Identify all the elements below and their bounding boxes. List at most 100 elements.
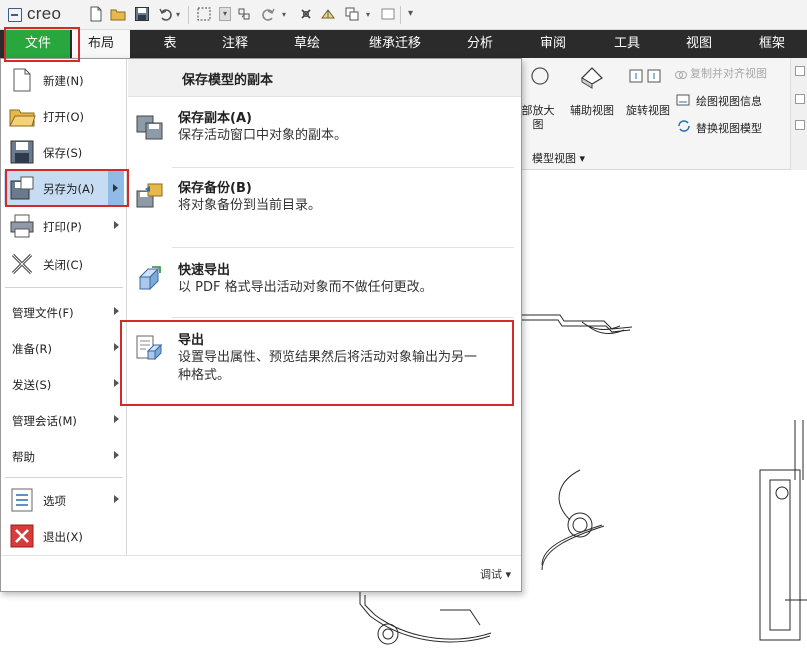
submenu-item-title: 保存副本(A) [178, 111, 252, 126]
menu-item-save-as[interactable]: 另存为(A) [4, 171, 124, 205]
menu-item-exit[interactable]: 退出(X) [4, 519, 124, 553]
menu-item-prepare[interactable]: 准备(R) [4, 331, 124, 365]
redo-dropdown-icon[interactable]: ▾ [282, 10, 286, 19]
drawing-view-info-icon [676, 92, 690, 106]
creo-window: creo ▾ ▾ ▾ ▾ ▾ 文件 布局 表 注释 草绘 继承迁移 分析 审阅 … [0, 0, 807, 649]
debug-button[interactable]: 调试 ▾ [480, 566, 511, 582]
save-icon [8, 138, 36, 166]
submenu-item-title: 保存备份(B) [178, 181, 252, 196]
menu-item-help[interactable]: 帮助 [4, 439, 124, 473]
ribbon-overflow [790, 58, 807, 170]
copy-align-view-icon [674, 66, 688, 79]
close-window-icon[interactable] [298, 6, 314, 22]
windows-dropdown-icon[interactable]: ▾ [366, 10, 370, 19]
menu-separator [5, 477, 123, 478]
revolved-view-icon [628, 68, 664, 84]
menu-item-label: 打印(P) [43, 220, 82, 234]
save-as-icon [8, 174, 36, 202]
revolved-view-button[interactable]: 旋转视图 [620, 104, 676, 118]
tab-tools[interactable]: 工具 [604, 30, 650, 58]
model-tree-icon[interactable] [320, 6, 336, 22]
menu-item-label: 另存为(A) [43, 182, 95, 196]
tab-analysis[interactable]: 分析 [456, 30, 504, 58]
regenerate-icon[interactable] [236, 6, 252, 22]
submenu-item-save-backup[interactable]: 保存备份(B) 将对象备份到当前目录。 [128, 177, 521, 237]
select-box-icon[interactable] [196, 6, 212, 22]
menu-item-label: 准备(R) [12, 342, 52, 356]
submenu-arrow-icon [108, 171, 124, 205]
menu-item-send[interactable]: 发送(S) [4, 367, 124, 401]
drawing-canvas[interactable] [520, 170, 807, 649]
submenu-item-title: 导出 [178, 333, 205, 348]
submenu-arrow-icon [114, 495, 119, 503]
new-file-icon [8, 66, 36, 94]
submenu-arrow-icon [114, 307, 119, 315]
undo-dropdown-icon[interactable]: ▾ [176, 10, 180, 19]
toolbar-separator [400, 6, 401, 24]
ribbon-tab-bar: 文件 布局 表 注释 草绘 继承迁移 分析 审阅 工具 视图 框架 [0, 30, 807, 58]
quick-access-toolbar: creo ▾ ▾ ▾ ▾ ▾ [0, 0, 807, 30]
export-icon [134, 333, 164, 363]
submenu-arrow-icon [114, 415, 119, 423]
menu-item-manage-session[interactable]: 管理会话(M) [4, 403, 124, 437]
app-logo-text: creo [27, 4, 62, 23]
submenu-separator [172, 247, 514, 248]
submenu-item-quick-export[interactable]: 快速导出 以 PDF 格式导出活动对象而不做任何更改。 [128, 259, 521, 317]
window-frame-icon[interactable] [380, 6, 396, 22]
auxiliary-view-button[interactable]: 辅助视图 [564, 104, 620, 118]
menu-item-close[interactable]: 关闭(C) [4, 247, 124, 281]
submenu-arrow-icon [114, 343, 119, 351]
submenu-arrow-icon [114, 379, 119, 387]
menu-item-open[interactable]: 打开(O) [4, 99, 124, 133]
tab-table[interactable]: 表 [148, 30, 192, 58]
submenu-item-save-copy[interactable]: 保存副本(A) 保存活动窗口中对象的副本。 [128, 107, 521, 167]
menu-item-label: 帮助 [12, 450, 35, 464]
print-icon [8, 212, 36, 240]
menu-item-label: 管理文件(F) [12, 306, 74, 320]
select-dropdown-icon[interactable]: ▾ [219, 7, 231, 21]
menu-item-manage-file[interactable]: 管理文件(F) [4, 295, 124, 329]
save-copy-icon [134, 111, 164, 141]
file-menu: 新建(N) 打开(O) 保存(S) 另存为(A) 打印(P) 关闭(C) 管理文… [0, 58, 522, 592]
menu-item-save[interactable]: 保存(S) [4, 135, 124, 169]
submenu-item-description: 保存活动窗口中对象的副本。 [178, 128, 348, 143]
tab-layout[interactable]: 布局 [72, 30, 130, 58]
redo-icon[interactable] [260, 6, 276, 22]
windows-icon[interactable] [344, 6, 360, 22]
undo-icon[interactable] [158, 6, 174, 22]
open-folder-icon [8, 102, 36, 130]
drawing-geometry [520, 314, 807, 641]
detailed-view-button[interactable]: 部放大图 [520, 104, 556, 132]
submenu-arrow-icon [114, 221, 119, 229]
auxiliary-view-icon [578, 62, 606, 90]
ribbon-group-model-views[interactable]: 模型视图 ▾ [532, 150, 585, 166]
ribbon-panel: 部放大图 辅助视图 旋转视图 复制并对齐视图 绘图视图信息 替换视图模型 模型视… [520, 58, 807, 170]
tab-sketch[interactable]: 草绘 [282, 30, 332, 58]
customize-toolbar-icon[interactable]: ▾ [408, 8, 413, 19]
save-icon[interactable] [134, 6, 150, 22]
menu-item-options[interactable]: 选项 [4, 483, 124, 517]
menu-item-print[interactable]: 打印(P) [4, 209, 124, 243]
submenu-item-description: 将对象备份到当前目录。 [178, 198, 322, 213]
tab-annotate[interactable]: 注释 [210, 30, 260, 58]
tab-frame[interactable]: 框架 [748, 30, 796, 58]
tab-file[interactable]: 文件 [6, 30, 70, 58]
submenu-item-export[interactable]: 导出 设置导出属性、预览结果然后将活动对象输出为另一种格式。 [128, 329, 521, 389]
tab-legacy-migration[interactable]: 继承迁移 [360, 30, 430, 58]
quick-export-icon [134, 263, 164, 293]
menu-separator [5, 287, 123, 288]
submenu-item-description: 设置导出属性、预览结果然后将活动对象输出为另一种格式。 [178, 350, 478, 383]
copy-align-view-button[interactable]: 复制并对齐视图 [690, 65, 767, 81]
replace-view-model-icon [676, 118, 692, 134]
menu-item-label: 管理会话(M) [12, 414, 77, 428]
open-folder-icon[interactable] [110, 6, 126, 22]
drawing-view-info-button[interactable]: 绘图视图信息 [696, 93, 762, 109]
submenu-header: 保存模型的副本 [128, 59, 521, 97]
tab-review[interactable]: 审阅 [530, 30, 576, 58]
replace-view-model-button[interactable]: 替换视图模型 [696, 120, 762, 136]
creo-logo-icon [8, 8, 22, 22]
submenu-separator [172, 167, 514, 168]
menu-item-new[interactable]: 新建(N) [4, 63, 124, 97]
tab-view[interactable]: 视图 [676, 30, 722, 58]
new-file-icon[interactable] [88, 6, 104, 22]
